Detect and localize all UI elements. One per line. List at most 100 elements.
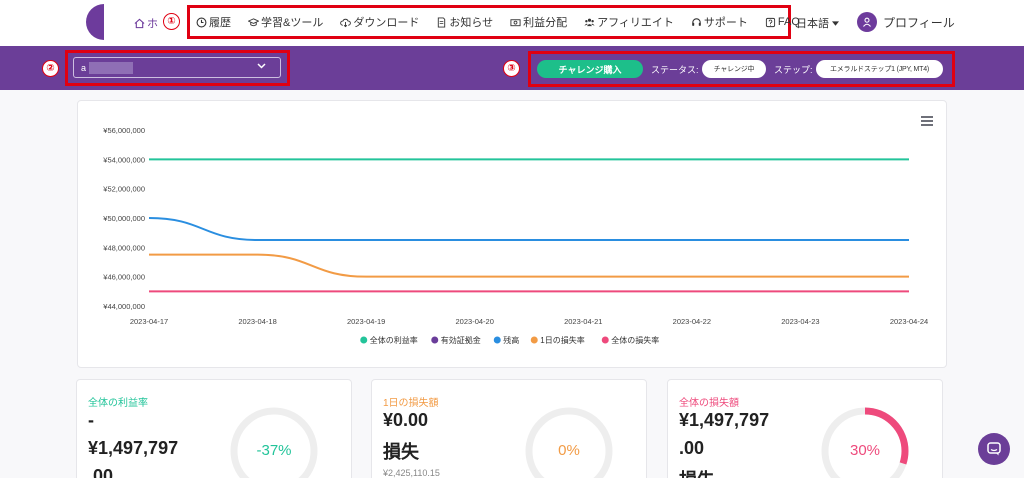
series-line: [148, 217, 909, 242]
progress-ring: 0%: [524, 406, 614, 478]
progress-percent: -37%: [256, 442, 292, 459]
chart-card: ¥44,000,000 ¥46,000,000 ¥48,000,000 ¥50,000…: [77, 100, 947, 368]
card-total-profit-rate: 全体の利益率 - ¥1,497,797 .00 -37%: [76, 379, 352, 478]
cloud-download-icon: [340, 18, 352, 27]
profile-menu[interactable]: プロフィール: [857, 12, 955, 32]
card-label: 全体の損失額: [679, 398, 739, 409]
language-label: 日本語: [796, 18, 829, 30]
nav-download[interactable]: ダウンロード: [340, 14, 419, 30]
progress-percent: 30%: [849, 442, 881, 459]
nav-news-label: お知らせ: [449, 17, 494, 29]
card-label: 1日の損失額: [383, 398, 439, 409]
legend-item: 1日の損失率: [540, 335, 584, 345]
chat-button[interactable]: [978, 433, 1010, 465]
card-sub-value: ¥2,425,110.15: [383, 468, 440, 478]
annotation-marker-2: ②: [42, 60, 59, 77]
notice-icon: [438, 16, 446, 28]
nav-affiliate[interactable]: アフィリエイト: [584, 14, 674, 30]
graduation-cap-icon: [248, 17, 259, 26]
x-tick-label: 2023-04-23: [781, 317, 819, 326]
status-badge: チャレンジ中: [702, 60, 766, 78]
card-value: ¥0.00: [383, 410, 429, 430]
card-value-decimals: .00: [88, 466, 114, 478]
legend-marker: [530, 336, 538, 344]
nav-news[interactable]: お知らせ: [436, 14, 493, 30]
y-tick-label: ¥50,000,000: [103, 214, 145, 223]
nav-history[interactable]: 履歴: [196, 14, 231, 30]
x-tick-label: 2023-04-20: [456, 317, 494, 326]
chat-icon: [987, 442, 1001, 456]
annotation-marker-3: ③: [503, 60, 520, 77]
user-icon: [863, 17, 871, 27]
card-value-decimals: .00: [679, 438, 705, 458]
step-label: ステップ:: [774, 65, 813, 75]
card-value: ¥1,497,797: [88, 438, 179, 458]
card-value-caption: 損失: [679, 466, 715, 478]
nav-learning-tools-label: 学習&ツール: [261, 17, 324, 29]
status-label: ステータス:: [651, 65, 699, 75]
nav-faq[interactable]: FAQ: [765, 16, 800, 28]
legend-marker: [360, 336, 368, 344]
top-navbar: ホ ① 履歴 学習&ツール ダウンロード お知らせ 利益分配 アフィリエイト サ…: [0, 0, 1024, 46]
nav-home[interactable]: ホ: [134, 15, 158, 31]
language-selector[interactable]: 日本語: [796, 15, 839, 31]
line-chart: ¥44,000,000 ¥46,000,000 ¥48,000,000 ¥50,000…: [103, 126, 928, 345]
x-tick-label: 2023-04-17: [130, 317, 168, 326]
x-tick-label: 2023-04-18: [238, 317, 276, 326]
card-label: 全体の利益率: [88, 398, 148, 409]
y-tick-label: ¥44,000,000: [103, 302, 145, 311]
card-total-loss: 全体の損失額 ¥1,497,797 .00 損失 30%: [667, 379, 943, 478]
legend-marker: [601, 336, 609, 344]
nav-links: 履歴 学習&ツール ダウンロード お知らせ 利益分配 アフィリエイト サポート: [196, 14, 800, 30]
account-select-value: a: [81, 62, 87, 73]
headset-icon: [692, 17, 701, 26]
annotation-marker-1: ①: [163, 13, 180, 30]
money-icon: [510, 18, 521, 26]
users-icon: [584, 18, 595, 26]
series-line: [148, 253, 909, 278]
nav-history-label: 履歴: [209, 17, 231, 29]
progress-ring: -37%: [229, 406, 319, 478]
legend-item: 全体の損失率: [611, 335, 659, 345]
progress-ring: 30%: [820, 406, 910, 478]
x-tick-label: 2023-04-19: [347, 317, 385, 326]
legend-item: 全体の利益率: [370, 335, 418, 345]
account-bar: ② a ③ チャレンジ購入 ステータス: チャレンジ中 ステップ: エメラルドス…: [0, 46, 1024, 90]
x-tick-label: 2023-04-22: [673, 317, 711, 326]
progress-percent: 0%: [558, 442, 580, 459]
step-badge: エメラルドステップ1 (JPY, MT4): [816, 60, 943, 78]
account-select[interactable]: a: [73, 57, 281, 78]
caret-down-icon: [832, 20, 839, 26]
question-icon: [765, 17, 775, 27]
nav-support-label: サポート: [703, 17, 748, 29]
y-tick-label: ¥54,000,000: [103, 155, 145, 164]
challenge-buy-button[interactable]: チャレンジ購入: [537, 60, 643, 78]
y-tick-label: ¥48,000,000: [103, 243, 145, 252]
y-tick-label: ¥46,000,000: [103, 273, 145, 282]
x-tick-label: 2023-04-21: [564, 317, 602, 326]
account-masked-value: [89, 61, 134, 74]
nav-learning-tools[interactable]: 学習&ツール: [248, 14, 323, 30]
nav-home-label: ホ: [147, 18, 158, 30]
y-tick-label: ¥56,000,000: [103, 126, 145, 135]
y-tick-label: ¥52,000,000: [103, 185, 145, 194]
profile-label: プロフィール: [883, 15, 955, 30]
chart-menu-icon[interactable]: [921, 116, 933, 128]
card-value: ¥1,497,797: [679, 410, 770, 430]
card-value-caption: 損失: [383, 442, 419, 462]
logo[interactable]: [86, 4, 104, 40]
x-tick-label: 2023-04-24: [890, 317, 928, 326]
nav-affiliate-label: アフィリエイト: [597, 17, 674, 29]
chevron-down-icon: [257, 63, 266, 69]
card-daily-loss: 1日の損失額 ¥0.00 損失 ¥2,425,110.15 0%: [371, 379, 647, 478]
nav-profit-share[interactable]: 利益分配: [510, 14, 567, 30]
card-value-sign: -: [88, 410, 94, 430]
nav-support[interactable]: サポート: [691, 14, 748, 30]
home-icon: [134, 18, 145, 28]
legend-item: 残高: [503, 335, 519, 345]
legend-marker: [493, 336, 501, 344]
nav-download-label: ダウンロード: [353, 17, 420, 29]
nav-profit-share-label: 利益分配: [523, 17, 568, 29]
legend-marker: [431, 336, 439, 344]
legend-item: 有効証拠金: [441, 335, 481, 345]
